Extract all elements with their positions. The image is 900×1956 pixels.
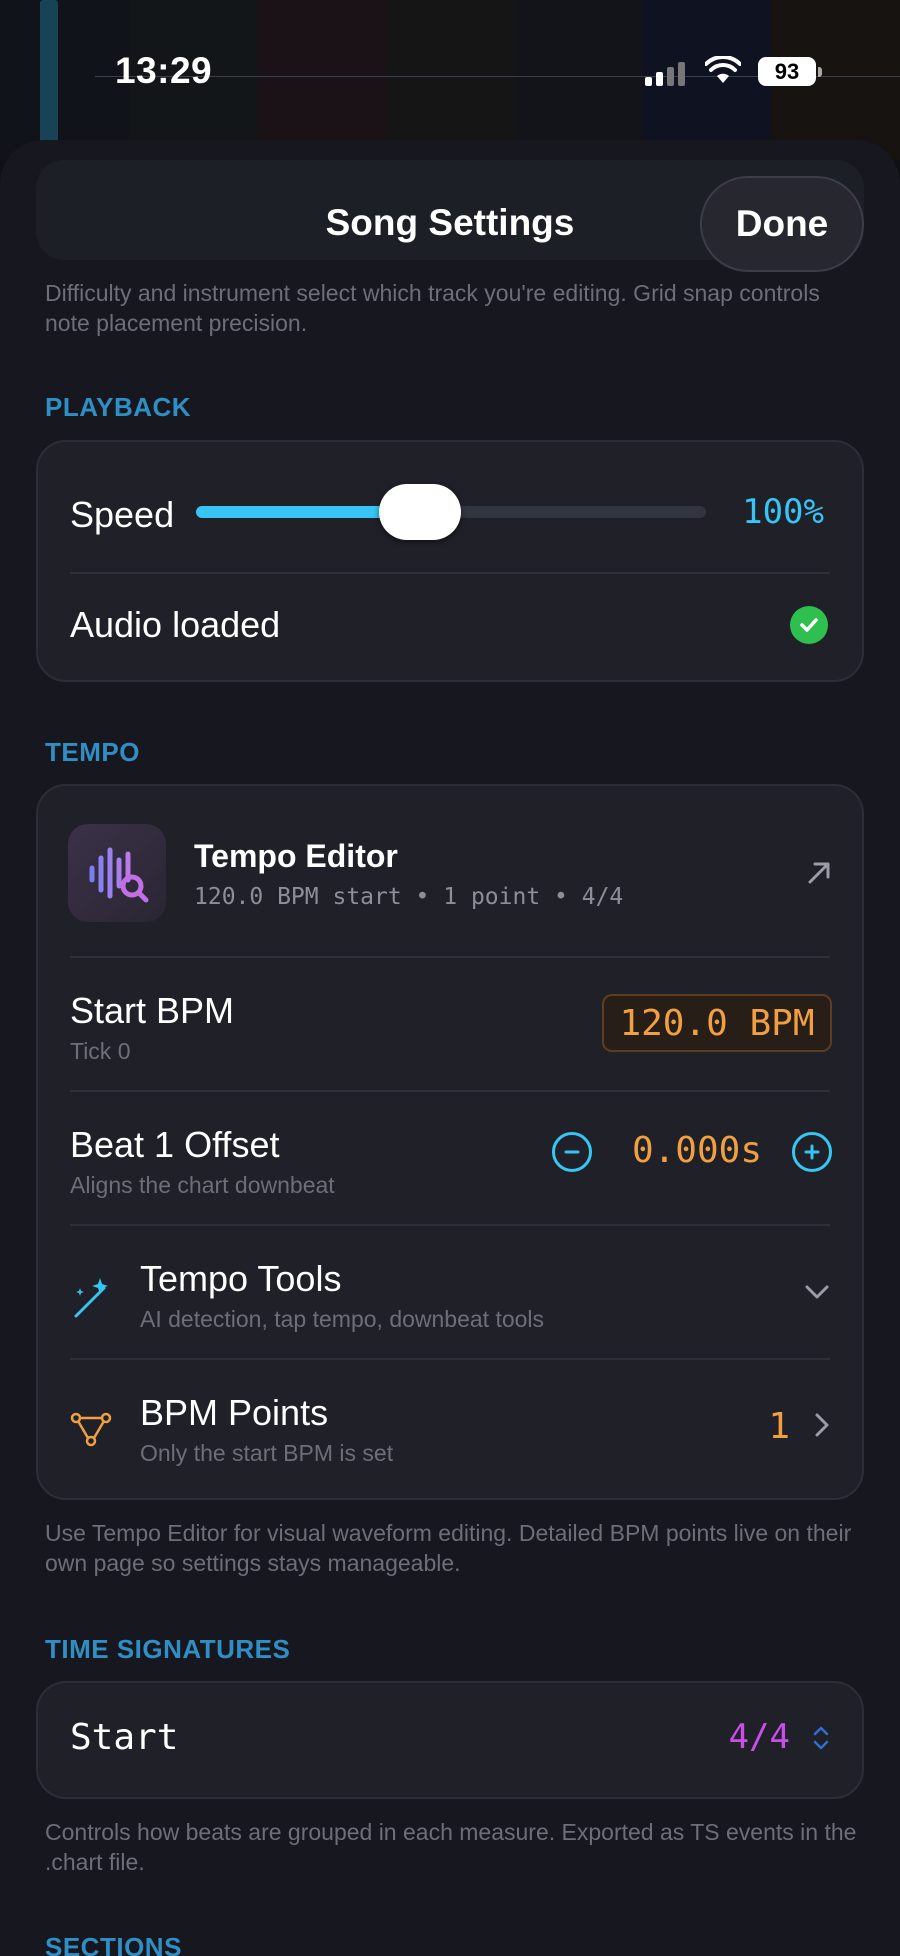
audio-loaded-label: Audio loaded [70,604,281,645]
start-bpm-field[interactable]: 120.0 BPM [602,994,832,1052]
time-signature-start-label: Start [70,1717,179,1758]
beat-offset-sub: Aligns the chart downbeat [70,1172,335,1198]
chevron-up-down-icon[interactable] [812,1723,830,1753]
battery-indicator: 93 [758,57,822,86]
plus-circle-icon[interactable] [792,1132,832,1172]
minus-circle-icon[interactable] [552,1132,592,1172]
intro-footnote: Difficulty and instrument select which t… [45,280,820,336]
beat-offset-label: Beat 1 Offset [70,1124,280,1165]
tempo-card: Tempo Editor 120.0 BPM start • 1 point •… [36,784,864,1500]
bpm-points-count: 1 [768,1406,790,1447]
divider [70,572,830,574]
divider [70,1090,830,1092]
tempo-tools-label: Tempo Tools [140,1258,342,1299]
chevron-down-icon [805,1285,829,1299]
bpm-points-icon [70,1412,112,1447]
divider [70,956,830,958]
speed-slider[interactable] [196,484,706,540]
beat-offset-value: 0.000s [631,1130,762,1171]
start-bpm-label: Start BPM [70,990,235,1031]
playback-card: Speed 100% Audio loaded [36,440,864,682]
tempo-editor-row[interactable]: Tempo Editor 120.0 BPM start • 1 point •… [38,786,862,956]
arrow-up-right-icon [808,862,830,884]
tempo-footnote: Use Tempo Editor for visual waveform edi… [45,1520,852,1576]
wifi-icon [705,56,741,83]
bpm-points-label: BPM Points [140,1392,329,1433]
playback-section-header: PLAYBACK [45,392,192,422]
speed-slider-thumb[interactable] [379,484,462,540]
check-circle-icon [790,606,828,644]
cellular-signal-icon [645,62,685,86]
tempo-editor-subtitle: 120.0 BPM start • 1 point • 4/4 [194,884,624,910]
time-signatures-section-header: TIME SIGNATURES [45,1634,291,1664]
time-signatures-footnote: Controls how beats are grouped in each m… [45,1819,857,1875]
bpm-points-sub: Only the start BPM is set [140,1440,394,1466]
status-bar: 13:29 93 [0,0,900,120]
chevron-right-icon [815,1413,829,1437]
speed-label: Speed [70,494,175,535]
speed-value: 100% [742,492,824,532]
sections-section-header: SECTIONS [45,1932,182,1956]
magic-wand-icon [74,1278,108,1318]
status-time: 13:29 [115,50,213,91]
tempo-section-header: TEMPO [45,737,140,767]
start-bpm-sub: Tick 0 [70,1038,131,1064]
tempo-tools-sub: AI detection, tap tempo, downbeat tools [140,1306,545,1332]
time-signatures-card: Start 4/4 [36,1681,864,1799]
done-button[interactable]: Done [700,176,864,272]
waveform-search-icon [68,824,166,922]
tempo-editor-title: Tempo Editor [194,838,398,874]
time-signature-picker[interactable]: 4/4 [729,1717,790,1757]
